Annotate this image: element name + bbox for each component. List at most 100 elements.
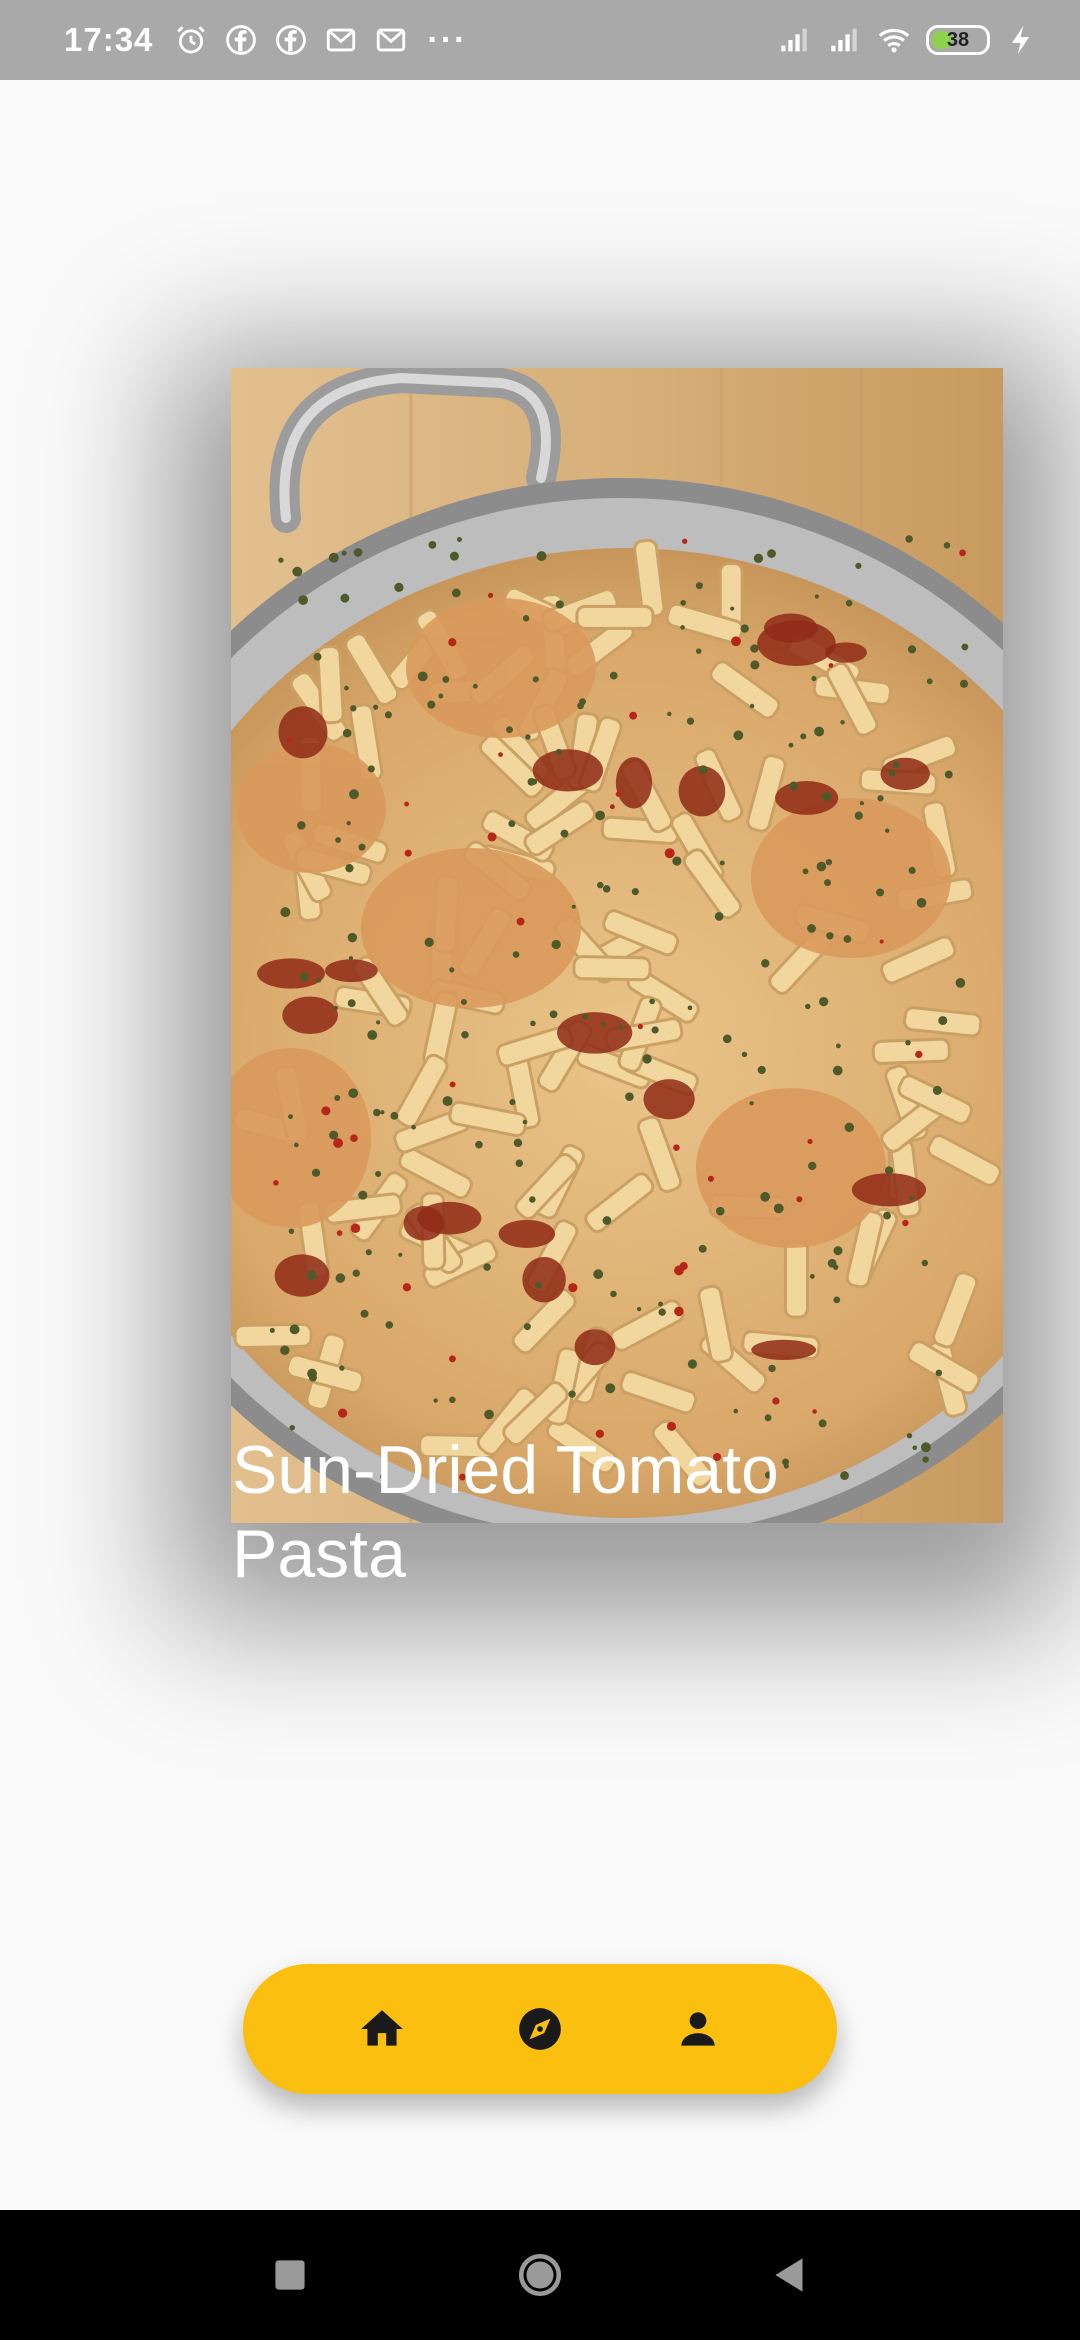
recipe-card-image[interactable]: [231, 368, 1003, 1523]
herb-fleck: [358, 1190, 368, 1200]
tomato-piece: [522, 1256, 566, 1303]
herb-fleck: [288, 1228, 295, 1234]
herb-fleck: [809, 1274, 815, 1279]
recipe-title[interactable]: Sun-Dried Tomato Pasta: [232, 1428, 952, 1596]
herb-fleck: [859, 801, 864, 806]
herb-fleck: [938, 1016, 948, 1026]
herb-fleck: [631, 888, 639, 896]
herb-fleck: [674, 1306, 684, 1317]
herb-fleck: [349, 789, 359, 800]
recents-button[interactable]: [260, 2245, 320, 2305]
herb-fleck: [456, 537, 462, 543]
herb-fleck: [814, 594, 819, 599]
herb-fleck: [288, 1114, 293, 1120]
nav-explore-button[interactable]: [495, 1984, 585, 2074]
herb-fleck: [346, 820, 351, 826]
herb-fleck: [932, 1085, 942, 1095]
herb-fleck: [334, 1095, 341, 1102]
herb-fleck: [449, 1396, 456, 1404]
herb-fleck: [602, 885, 611, 893]
herb-fleck: [602, 1216, 612, 1225]
herb-fleck: [959, 679, 969, 688]
herb-fleck: [373, 704, 379, 710]
herb-fleck: [411, 1124, 416, 1130]
home-button[interactable]: [510, 2245, 570, 2305]
herb-fleck: [731, 636, 741, 647]
herb-fleck: [390, 1111, 399, 1120]
herb-fleck: [404, 801, 410, 807]
herb-fleck: [556, 748, 563, 755]
herb-fleck: [733, 1408, 739, 1414]
herb-fleck: [824, 879, 831, 887]
herb-fleck: [955, 978, 966, 988]
herb-fleck: [636, 1306, 642, 1312]
herb-fleck: [908, 866, 916, 875]
herb-fleck: [672, 856, 682, 866]
herb-fleck: [568, 1390, 576, 1398]
herb-fleck: [402, 1283, 412, 1292]
herb-fleck: [360, 1309, 369, 1318]
herb-fleck: [800, 733, 807, 740]
herb-fleck: [385, 1321, 394, 1329]
herb-fleck: [811, 675, 817, 682]
herb-fleck: [350, 705, 357, 712]
herb-fleck: [609, 671, 618, 680]
herb-fleck: [286, 737, 293, 743]
herb-fleck: [876, 888, 885, 897]
herb-fleck: [347, 932, 358, 943]
herb-fleck: [687, 1359, 698, 1369]
back-button[interactable]: [760, 2245, 820, 2305]
herb-fleck: [461, 1031, 469, 1039]
herb-fleck: [442, 675, 450, 683]
herb-fleck: [740, 624, 749, 633]
herb-fleck: [854, 811, 863, 820]
herb-fleck: [750, 644, 759, 653]
gmail-icon: [323, 22, 359, 58]
nav-home-button[interactable]: [337, 1984, 427, 2074]
herb-fleck: [907, 645, 917, 654]
tomato-piece: [532, 749, 603, 792]
herb-fleck: [577, 702, 584, 710]
herb-fleck: [506, 726, 513, 734]
herb-fleck: [321, 1106, 331, 1116]
herb-fleck: [293, 1142, 299, 1148]
tomato-piece: [257, 958, 325, 989]
signal-icon: [826, 22, 862, 58]
herb-fleck: [512, 951, 520, 958]
tomato-piece: [325, 959, 378, 983]
herb-fleck: [487, 592, 494, 598]
herb-fleck: [649, 998, 655, 1005]
herb-fleck: [404, 849, 412, 857]
herb-fleck: [959, 549, 966, 557]
herb-fleck: [398, 1252, 403, 1257]
pasta-piece: [572, 955, 652, 982]
herb-fleck: [549, 1010, 558, 1019]
nav-profile-button[interactable]: [653, 1984, 743, 2074]
herb-fleck: [760, 1191, 770, 1202]
pasta-piece: [316, 644, 345, 725]
herb-fleck: [352, 1269, 360, 1277]
herb-fleck: [380, 1110, 385, 1115]
herb-fleck: [427, 700, 436, 709]
tomato-piece: [282, 996, 338, 1035]
signal-icon: [776, 22, 812, 58]
back-triangle-icon: [775, 2258, 803, 2292]
herb-fleck: [449, 551, 459, 561]
herb-fleck: [522, 615, 530, 622]
herb-fleck: [767, 549, 776, 558]
circle-icon: [518, 2253, 562, 2297]
herb-fleck: [816, 861, 827, 872]
home-icon: [361, 2010, 403, 2046]
herb-fleck: [472, 683, 478, 689]
herb-fleck: [715, 1206, 725, 1216]
herb-fleck: [515, 1159, 524, 1167]
herb-fleck: [833, 1296, 841, 1304]
herb-fleck: [637, 1023, 644, 1030]
herb-fleck: [916, 898, 927, 908]
herb-fleck: [722, 1034, 732, 1044]
herb-fleck: [753, 553, 764, 563]
tomato-piece: [851, 1173, 927, 1207]
herb-fleck: [812, 1409, 817, 1414]
herb-fleck: [788, 742, 794, 748]
system-navigation-bar: [0, 2210, 1080, 2340]
